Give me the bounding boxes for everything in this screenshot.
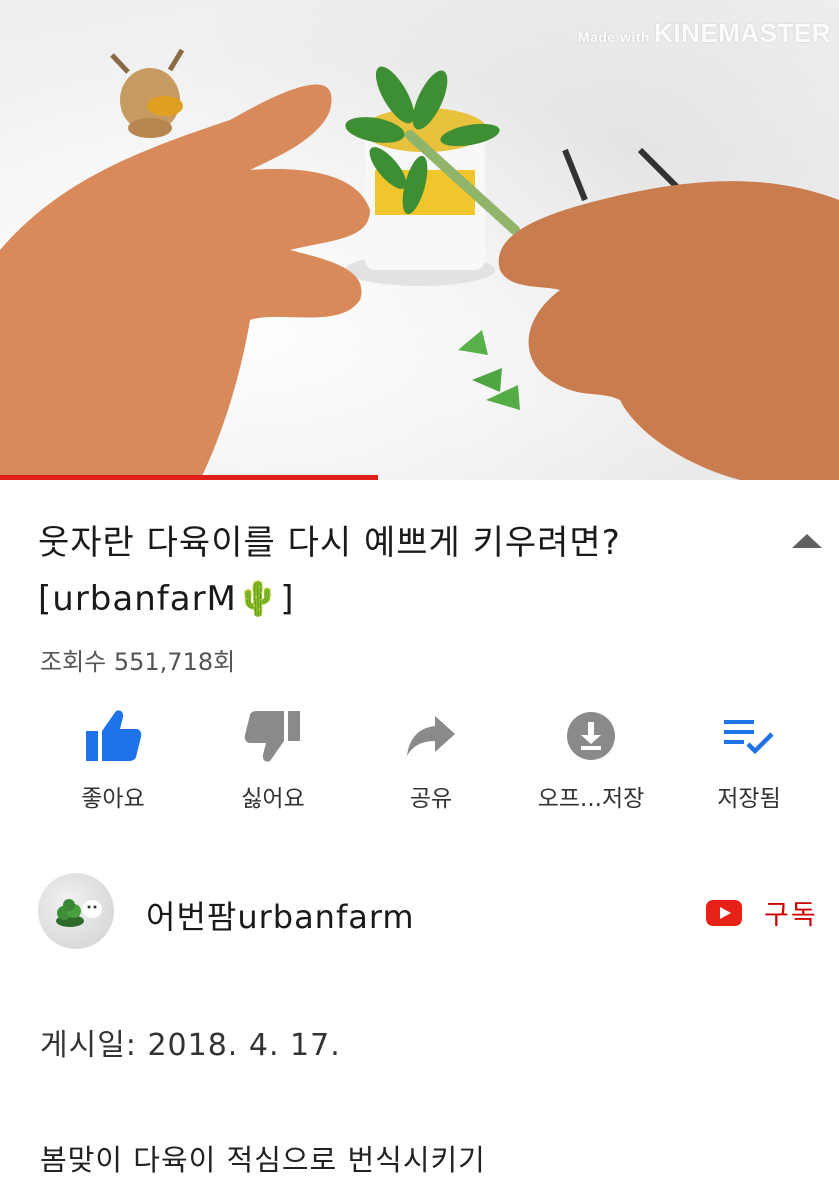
watermark-prefix: Made with — [577, 29, 651, 45]
dislike-button[interactable]: 싫어요 — [208, 705, 338, 813]
action-bar: 좋아요 싫어요 공유 오프...저장 저장됨 — [0, 705, 839, 825]
saved-label: 저장됨 — [717, 786, 781, 812]
watermark-brand: KINEMASTER — [654, 18, 831, 48]
subscribe-label: 구독 — [764, 900, 818, 931]
view-count: 조회수 551,718회 — [40, 648, 236, 676]
channel-name[interactable]: 어번팜urbanfarm — [146, 892, 415, 938]
collapse-description-button[interactable] — [790, 530, 824, 550]
progress-bar[interactable] — [0, 475, 839, 480]
progress-fill — [0, 475, 378, 480]
avatar-image — [56, 899, 102, 927]
channel-avatar[interactable] — [38, 873, 114, 949]
share-button[interactable]: 공유 — [366, 705, 496, 813]
video-title: 웃자란 다육이를 다시 예쁘게 키우려면? [urbanfarM🌵] — [38, 515, 758, 627]
video-thumbnail-scene — [0, 48, 839, 480]
description-text: 봄맞이 다육이 적심으로 번식시키기 — [40, 1143, 486, 1177]
watermark: Made with KINEMASTER — [578, 18, 831, 49]
download-icon — [567, 712, 615, 760]
youtube-icon — [706, 899, 742, 926]
dislike-label: 싫어요 — [241, 786, 305, 812]
publish-date: 게시일: 2018. 4. 17. — [40, 1028, 341, 1063]
thumbs-down-icon — [244, 711, 300, 762]
share-icon — [407, 716, 455, 756]
like-label: 좋아요 — [81, 786, 145, 812]
chevron-up-icon — [792, 534, 822, 548]
like-button[interactable]: 좋아요 — [48, 705, 178, 813]
title-line-1: 웃자란 다육이를 다시 예쁘게 키우려면? — [38, 523, 621, 563]
saved-button[interactable]: 저장됨 — [684, 705, 814, 813]
video-player[interactable]: Made with KINEMASTER — [0, 0, 839, 480]
offline-save-button[interactable]: 오프...저장 — [526, 705, 656, 813]
subscribe-button[interactable]: 구독 — [706, 893, 818, 932]
share-label: 공유 — [409, 786, 453, 812]
title-line-2: [urbanfarM🌵] — [38, 579, 295, 619]
offline-save-label: 오프...저장 — [537, 786, 645, 812]
playlist-saved-icon — [724, 720, 774, 755]
thumbs-up-icon — [86, 710, 142, 761]
